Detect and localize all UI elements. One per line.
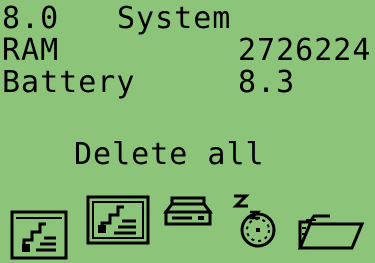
folder-icon[interactable] — [296, 210, 366, 252]
screen-title: System — [117, 1, 232, 36]
document-icon[interactable] — [10, 210, 70, 262]
version-number: 8.0 — [2, 1, 60, 36]
timer-icon[interactable] — [228, 190, 286, 250]
battery-value: 8.3 — [238, 65, 296, 100]
drive-icon[interactable] — [162, 192, 214, 232]
ram-value: 2726224 — [238, 33, 372, 68]
document-selected-icon[interactable] — [86, 195, 152, 247]
system-info-screen: 8.0 System RAM 2726224 Battery 8.3 Delet… — [0, 0, 375, 263]
battery-label: Battery — [2, 65, 136, 100]
delete-all-option[interactable]: Delete all — [74, 140, 265, 170]
ram-label: RAM — [2, 33, 60, 68]
